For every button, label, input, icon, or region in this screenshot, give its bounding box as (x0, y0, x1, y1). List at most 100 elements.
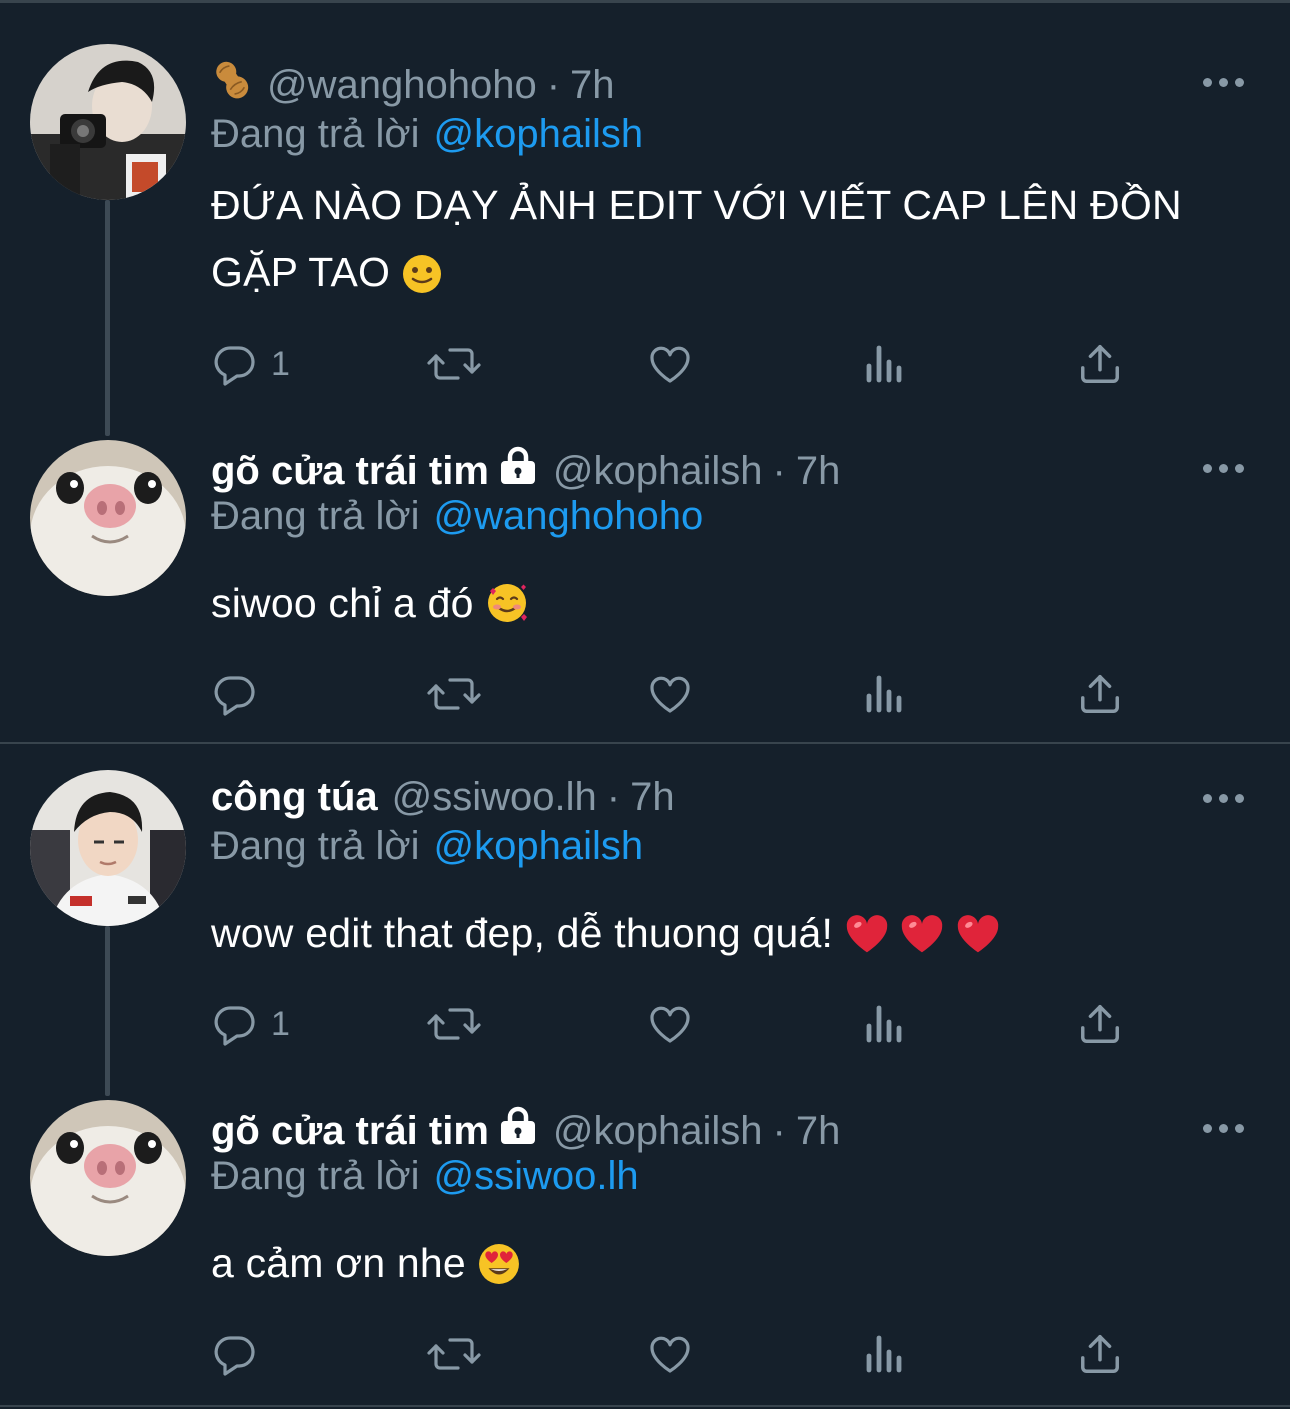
retweet-button[interactable] (426, 670, 482, 718)
replying-to: Đang trả lời @wanghohoho (211, 494, 703, 539)
heart-eyes-emoji (478, 1238, 520, 1305)
replying-label: Đang trả lời (211, 1154, 420, 1198)
more-options-button[interactable] (1199, 454, 1248, 483)
display-name[interactable]: công túa (211, 775, 378, 820)
replying-label: Đang trả lời (211, 112, 420, 156)
retweet-icon (427, 348, 481, 380)
retweet-button[interactable] (426, 1000, 482, 1048)
mention-link[interactable]: @wanghohoho (434, 494, 704, 538)
analytics-icon (866, 345, 902, 383)
replying-to: Đang trả lời @kophailsh (211, 112, 643, 157)
separator-dot: · (772, 448, 786, 493)
share-icon (1081, 1005, 1119, 1043)
retweet-button[interactable] (426, 1330, 482, 1378)
reply-count: 1 (271, 344, 290, 383)
retweet-icon (427, 1338, 481, 1370)
separator-dot: · (546, 62, 561, 107)
share-button[interactable] (1077, 1000, 1123, 1048)
user-handle[interactable]: @kophailsh (553, 1109, 763, 1154)
mention-link[interactable]: @kophailsh (434, 112, 644, 156)
share-icon (1081, 1335, 1119, 1373)
reply-icon (214, 346, 255, 386)
user-handle[interactable]: @ssiwoo.lh (392, 775, 597, 820)
action-bar: 1 (211, 1000, 1131, 1050)
more-options-button[interactable] (1199, 68, 1248, 97)
action-bar (211, 1330, 1131, 1380)
lock-icon (497, 446, 539, 496)
mention-link[interactable]: @ssiwoo.lh (434, 1154, 639, 1198)
tweet-text: a cảm ơn nhe (211, 1230, 520, 1305)
reply-button[interactable]: 1 (211, 1000, 290, 1048)
tweet-text-line: GẶP TAO (211, 239, 1182, 314)
reply-icon (214, 1006, 255, 1046)
peanut-icon (211, 59, 253, 111)
share-button[interactable] (1077, 670, 1123, 718)
avatar[interactable] (30, 770, 186, 926)
analytics-icon (866, 1005, 902, 1043)
share-icon (1081, 675, 1119, 713)
replying-to: Đang trả lời @ssiwoo.lh (211, 1154, 639, 1199)
separator-dot: · (772, 1108, 786, 1153)
tweet-header: gõ cửa trái tim @kophailsh · 7h (211, 1106, 840, 1156)
heart-icon (650, 346, 690, 383)
tweet[interactable]: gõ cửa trái tim @kophailsh · 7h Đang trả… (0, 1056, 1290, 1386)
views-button[interactable] (863, 670, 907, 718)
more-options-button[interactable] (1199, 1114, 1248, 1143)
red-heart-emoji (956, 908, 1000, 975)
separator-dot: · (606, 774, 621, 819)
views-button[interactable] (863, 1000, 907, 1048)
heart-icon (650, 1336, 690, 1373)
avatar[interactable] (30, 44, 186, 200)
avatar[interactable] (30, 1100, 186, 1256)
tweet[interactable]: @wanghohoho · 7h Đang trả lời @kophailsh … (0, 0, 1290, 386)
user-handle[interactable]: @kophailsh (553, 449, 763, 494)
tweet-header: gõ cửa trái tim @kophailsh · 7h (211, 446, 840, 496)
lock-icon (497, 1106, 539, 1156)
like-button[interactable] (645, 1330, 695, 1378)
user-handle[interactable]: @wanghohoho (267, 63, 537, 108)
bottom-divider (0, 1405, 1290, 1407)
views-button[interactable] (863, 340, 907, 388)
red-heart-emoji (845, 908, 889, 975)
heart-icon (650, 676, 690, 713)
tweet-header: @wanghohoho · 7h (211, 60, 615, 110)
analytics-icon (866, 1335, 902, 1373)
like-button[interactable] (645, 1000, 695, 1048)
tweet[interactable]: gõ cửa trái tim @kophailsh · 7h Đang trả… (0, 396, 1290, 726)
timestamp[interactable]: 7h (570, 63, 615, 108)
smiling-face-emoji (402, 247, 442, 314)
share-button[interactable] (1077, 1330, 1123, 1378)
reply-count: 1 (271, 1004, 290, 1043)
share-icon (1081, 345, 1119, 383)
like-button[interactable] (645, 340, 695, 388)
display-name[interactable]: gõ cửa trái tim (211, 1109, 489, 1154)
more-options-button[interactable] (1199, 784, 1248, 813)
tweet-text: ĐỨA NÀO DẠY ẢNH EDIT VỚI VIẾT CAP LÊN ĐỒ… (211, 172, 1182, 314)
retweet-icon (427, 678, 481, 710)
tweet-text-line: ĐỨA NÀO DẠY ẢNH EDIT VỚI VIẾT CAP LÊN ĐỒ… (211, 182, 1182, 228)
mention-link[interactable]: @kophailsh (434, 824, 644, 868)
action-bar (211, 670, 1131, 720)
action-bar: 1 (211, 340, 1131, 390)
timestamp[interactable]: 7h (796, 1109, 841, 1154)
reply-button[interactable] (211, 670, 271, 718)
views-button[interactable] (863, 1330, 907, 1378)
tweet[interactable]: công túa @ssiwoo.lh · 7h Đang trả lời @ko… (0, 726, 1290, 1056)
timestamp[interactable]: 7h (796, 449, 841, 494)
reply-icon (214, 1336, 255, 1376)
red-heart-emoji (900, 908, 944, 975)
avatar-image (30, 770, 186, 926)
avatar[interactable] (30, 440, 186, 596)
tweet-text: siwoo chỉ a đó (211, 570, 529, 645)
reply-button[interactable]: 1 (211, 340, 290, 388)
replying-label: Đang trả lời (211, 494, 420, 538)
display-name[interactable]: gõ cửa trái tim (211, 449, 489, 494)
like-button[interactable] (645, 670, 695, 718)
tweet-header: công túa @ssiwoo.lh · 7h (211, 772, 675, 822)
smiling-face-with-hearts-emoji (485, 578, 529, 645)
reply-button[interactable] (211, 1330, 271, 1378)
share-button[interactable] (1077, 340, 1123, 388)
timestamp[interactable]: 7h (630, 775, 675, 820)
heart-icon (650, 1006, 690, 1043)
retweet-button[interactable] (426, 340, 482, 388)
